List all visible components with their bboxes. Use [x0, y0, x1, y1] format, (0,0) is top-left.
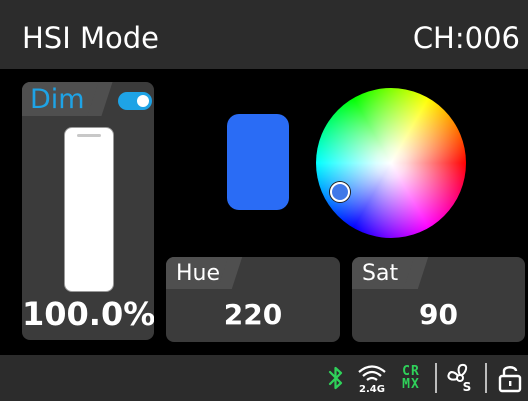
channel-indicator[interactable]: CH:006: [413, 20, 520, 56]
divider: [485, 363, 487, 393]
dim-toggle[interactable]: [118, 92, 152, 110]
hue-label: Hue: [176, 261, 221, 286]
hue-value: 220: [223, 298, 283, 331]
fan-mode-label: S: [463, 380, 472, 394]
crmx-icon: CR MX: [396, 355, 426, 401]
slider-handle[interactable]: [77, 134, 101, 137]
crmx-bottom: MX: [402, 377, 420, 392]
wireless-label: 2.4G: [359, 384, 385, 395]
toggle-knob: [137, 95, 149, 107]
dim-value: 100.0%: [22, 295, 154, 333]
sat-value: 90: [419, 298, 458, 331]
fan-icon: S: [441, 355, 479, 401]
divider: [435, 363, 437, 393]
bluetooth-icon: [326, 355, 346, 401]
wireless-2.4g-icon: 2.4G: [354, 355, 390, 401]
color-wheel[interactable]: [316, 88, 466, 238]
color-wheel-marker[interactable]: [330, 182, 350, 202]
mode-title: HSI Mode: [22, 21, 159, 55]
lock-icon[interactable]: [494, 355, 526, 401]
sat-control[interactable]: Sat 90: [352, 257, 525, 342]
header-bar: HSI Mode CH:006: [0, 0, 528, 69]
color-swatch: [227, 114, 289, 210]
sat-label: Sat: [362, 261, 399, 286]
dim-panel: Dim 100.0%: [22, 82, 154, 340]
dim-label: Dim: [30, 84, 85, 115]
status-bar: 2.4G CR MX S: [0, 355, 528, 401]
hue-control[interactable]: Hue 220: [166, 257, 340, 342]
dim-slider[interactable]: [64, 127, 114, 292]
